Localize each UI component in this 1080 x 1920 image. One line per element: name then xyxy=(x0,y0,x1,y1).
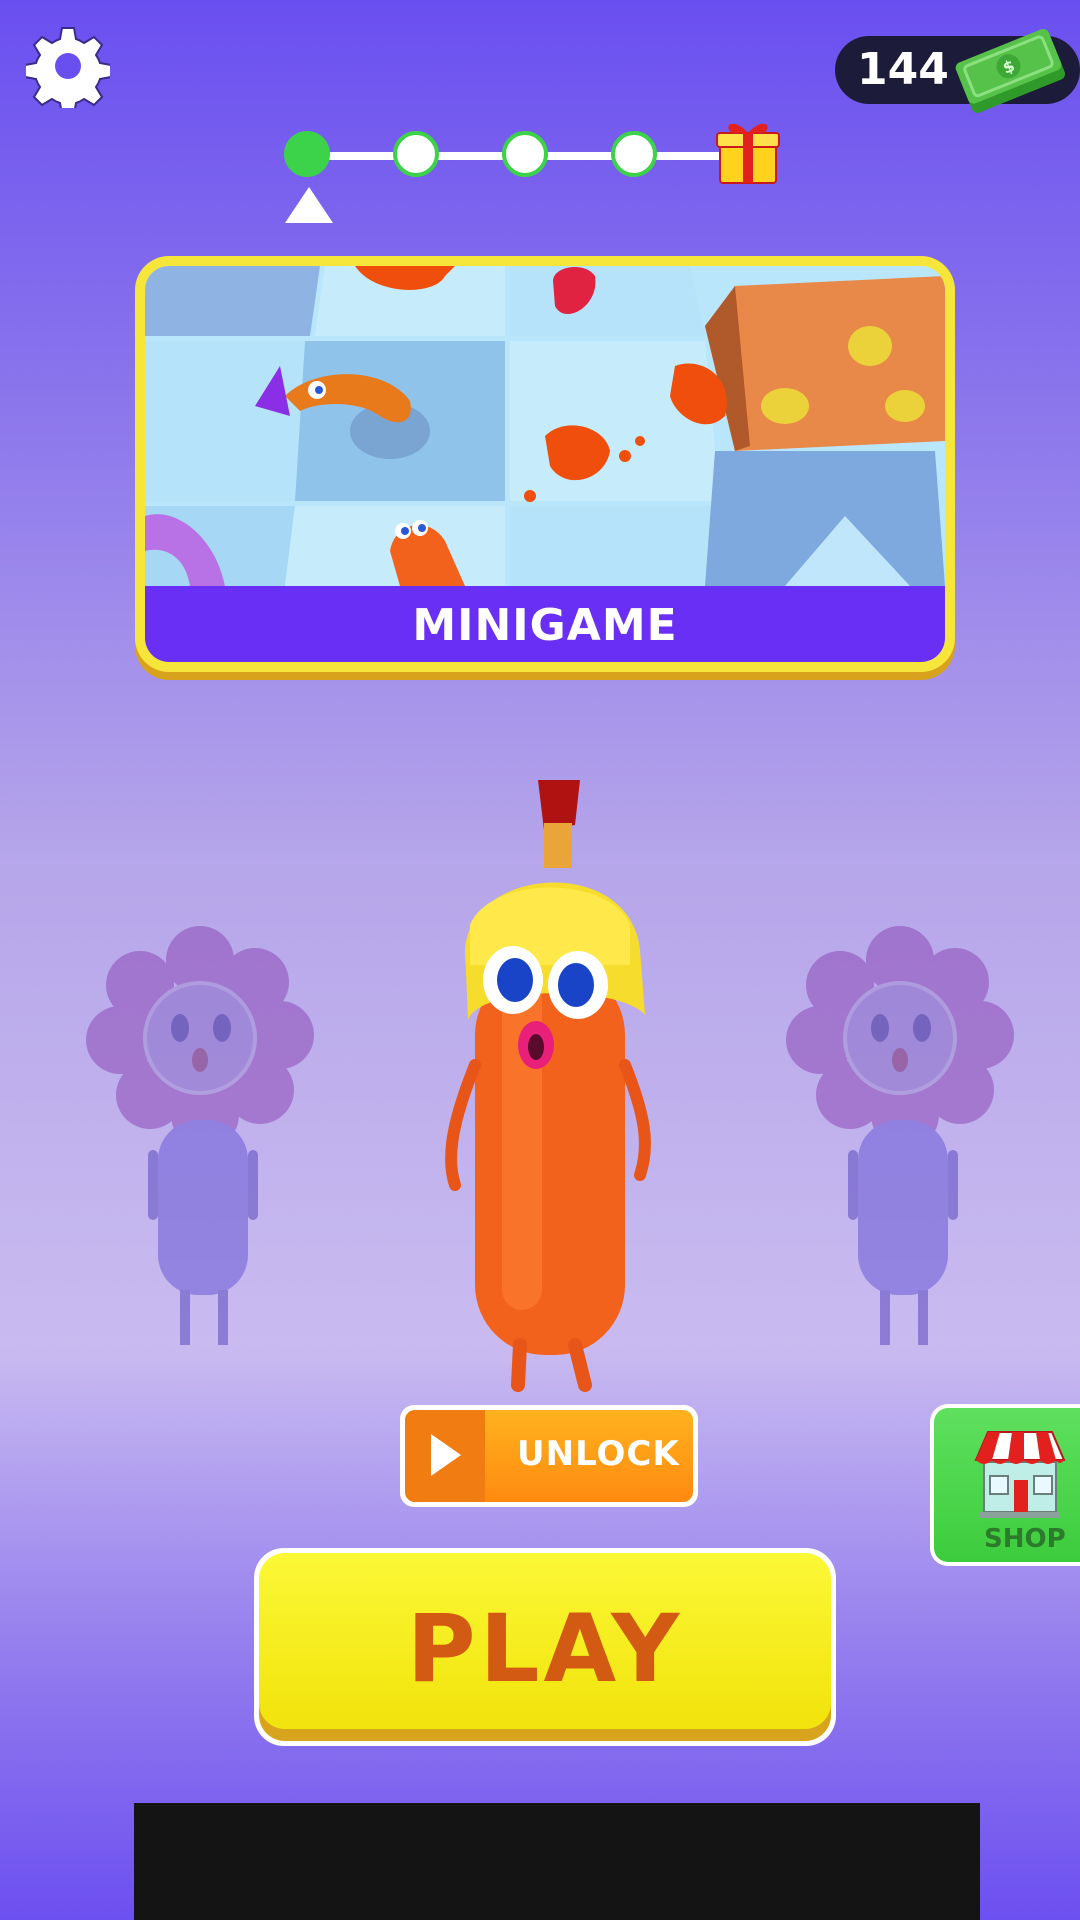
gift-icon xyxy=(716,123,780,184)
cash-icon: $ xyxy=(950,20,1070,120)
currency-amount: 144 xyxy=(857,44,949,95)
unlock-button[interactable]: UNLOCK xyxy=(400,1405,698,1507)
locked-character-flower-left[interactable] xyxy=(70,920,330,1360)
progress-step-1 xyxy=(284,131,330,177)
gear-icon xyxy=(24,27,112,115)
play-button-face: PLAY xyxy=(259,1553,831,1741)
play-label: PLAY xyxy=(406,1595,684,1704)
video-icon-box xyxy=(405,1410,485,1502)
progress-step-3 xyxy=(502,131,548,177)
minigame-button[interactable]: MINIGAME xyxy=(135,256,955,672)
locked-character-flower-right[interactable] xyxy=(770,920,1030,1360)
level-progress xyxy=(280,123,790,235)
shop-icon xyxy=(974,1431,1066,1518)
ad-banner[interactable] xyxy=(134,1803,980,1920)
shop-label: SHOP xyxy=(984,1524,1066,1554)
minigame-label: MINIGAME xyxy=(145,586,945,662)
minigame-preview-image xyxy=(145,266,945,586)
progress-marker-icon xyxy=(285,187,333,223)
minigame-card: MINIGAME xyxy=(145,266,945,662)
video-icon xyxy=(431,1434,461,1476)
unlock-label: UNLOCK xyxy=(517,1434,680,1474)
play-button[interactable]: PLAY xyxy=(254,1548,836,1746)
selected-character-sausage[interactable] xyxy=(440,775,660,1400)
shop-button[interactable]: SHOP xyxy=(930,1404,1080,1566)
shop-button-face: SHOP xyxy=(934,1408,1080,1562)
progress-step-2 xyxy=(393,131,439,177)
unlock-button-face: UNLOCK xyxy=(405,1410,693,1502)
settings-button[interactable] xyxy=(24,24,112,115)
progress-step-4 xyxy=(611,131,657,177)
